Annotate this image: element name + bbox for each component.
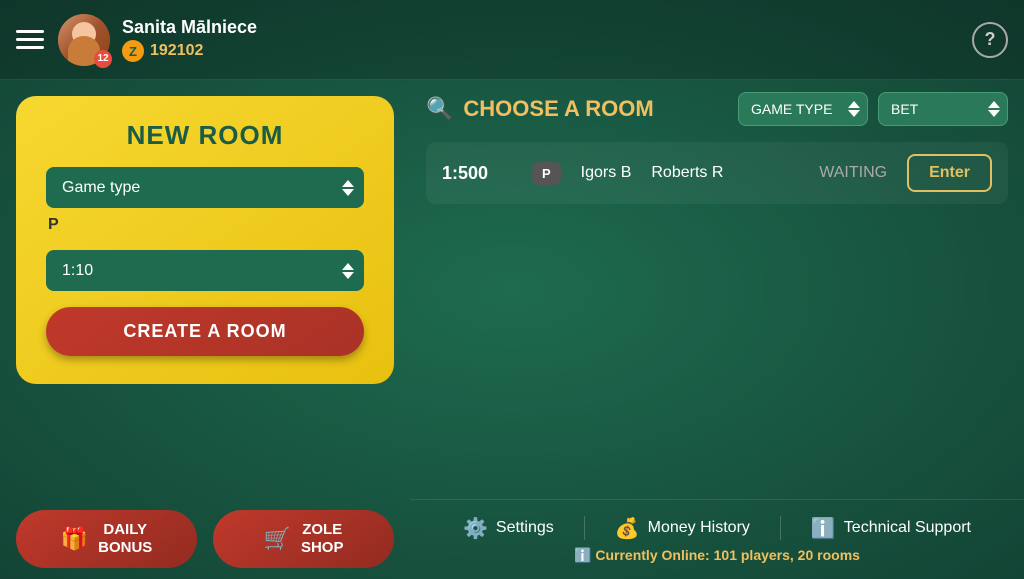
- notification-badge: 12: [94, 50, 112, 68]
- technical-support-label: Technical Support: [844, 519, 971, 537]
- user-coins: Z 192102: [122, 40, 962, 62]
- room-type-badge: P: [532, 162, 561, 185]
- bet-filter-wrapper: BET: [878, 92, 1008, 126]
- main-content: NEW ROOM Game type P 1:10: [0, 80, 1024, 499]
- p-label: P: [48, 216, 59, 234]
- avatar-container: 12: [58, 14, 110, 66]
- enter-room-button[interactable]: Enter: [907, 154, 992, 192]
- search-icon: 🔍: [426, 96, 453, 122]
- create-room-button[interactable]: CREATE A ROOM: [46, 307, 364, 356]
- room-bet: 1:500: [442, 163, 512, 184]
- table-row: 1:500 P Igors B Roberts R WAITING Enter: [426, 142, 1008, 204]
- footer: ⚙️ Settings 💰 Money History ℹ️ Technical…: [410, 499, 1024, 579]
- coin-amount: 192102: [150, 42, 203, 60]
- bet-filter[interactable]: BET: [878, 92, 1008, 126]
- choose-room-header: 🔍 CHOOSE A ROOM GAME TYPE BET: [426, 92, 1008, 126]
- new-room-title: NEW ROOM: [127, 120, 284, 151]
- menu-button[interactable]: [16, 30, 44, 49]
- settings-label: Settings: [496, 519, 554, 537]
- game-type-select[interactable]: Game type: [46, 167, 364, 208]
- settings-link[interactable]: ⚙️ Settings: [463, 516, 554, 541]
- divider2: [780, 516, 781, 540]
- daily-bonus-button[interactable]: 🎁 DAILYBONUS: [16, 510, 197, 568]
- help-button[interactable]: ?: [972, 22, 1008, 58]
- daily-bonus-label: DAILYBONUS: [98, 521, 152, 557]
- footer-online: ℹ️ Currently Online: 101 players, 20 roo…: [574, 547, 860, 564]
- money-history-link[interactable]: 💰 Money History: [615, 516, 750, 541]
- footer-links: ⚙️ Settings 💰 Money History ℹ️ Technical…: [463, 516, 971, 541]
- room-players: Igors B Roberts R: [581, 164, 800, 182]
- online-stats: 101 players, 20 rooms: [714, 547, 860, 563]
- game-type-filter-wrapper: GAME TYPE: [738, 92, 868, 126]
- user-info: Sanita Mālniece Z 192102: [122, 17, 962, 62]
- money-history-icon: 💰: [615, 516, 640, 541]
- support-icon: ℹ️: [811, 516, 836, 541]
- zole-icon: Z: [122, 40, 144, 62]
- player1-name: Igors B: [581, 164, 632, 182]
- bet-select[interactable]: 1:10: [46, 250, 364, 291]
- room-status: WAITING: [819, 164, 887, 182]
- bottom-buttons: 🎁 DAILYBONUS 🛒 ZOLESHOP: [0, 499, 410, 579]
- new-room-card: NEW ROOM Game type P 1:10: [16, 96, 394, 384]
- room-list: 1:500 P Igors B Roberts R WAITING Enter: [426, 142, 1008, 487]
- divider1: [584, 516, 585, 540]
- game-type-wrapper: Game type: [46, 167, 364, 208]
- money-history-label: Money History: [648, 519, 750, 537]
- gift-icon: 🎁: [61, 526, 88, 552]
- technical-support-link[interactable]: ℹ️ Technical Support: [811, 516, 971, 541]
- user-name: Sanita Mālniece: [122, 17, 962, 38]
- filter-dropdowns: GAME TYPE BET: [738, 92, 1008, 126]
- left-panel: NEW ROOM Game type P 1:10: [0, 80, 410, 499]
- online-text: ℹ️: [574, 547, 595, 563]
- right-panel: 🔍 CHOOSE A ROOM GAME TYPE BET: [410, 80, 1024, 499]
- settings-icon: ⚙️: [463, 516, 488, 541]
- game-type-filter[interactable]: GAME TYPE: [738, 92, 868, 126]
- zole-shop-button[interactable]: 🛒 ZOLESHOP: [213, 510, 394, 568]
- choose-room-title: 🔍 CHOOSE A ROOM: [426, 96, 654, 122]
- header: 12 Sanita Mālniece Z 192102 ?: [0, 0, 1024, 80]
- zole-shop-label: ZOLESHOP: [301, 521, 344, 557]
- bet-wrapper: 1:10: [46, 250, 364, 291]
- player2-name: Roberts R: [651, 164, 723, 182]
- cart-icon: 🛒: [264, 526, 291, 552]
